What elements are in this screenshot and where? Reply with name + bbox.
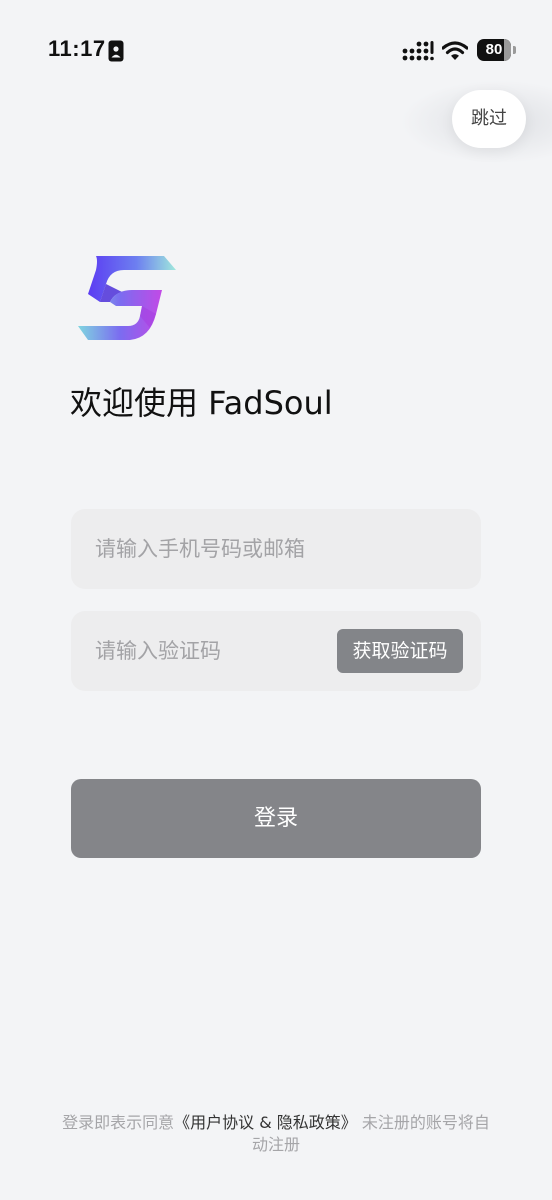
- battery-level: 80: [485, 41, 503, 58]
- agreement-link[interactable]: 《用户协议 & 隐私政策》: [174, 1113, 357, 1132]
- status-time: 11:17: [48, 36, 106, 61]
- agreement-prefix: 登录即表示同意: [62, 1113, 175, 1132]
- fadsoul-logo: [78, 256, 176, 340]
- verification-code-field: 获取验证码: [71, 611, 481, 691]
- phone-email-input[interactable]: [95, 509, 455, 589]
- wifi-icon: [442, 41, 468, 60]
- battery-icon: 80: [477, 39, 517, 61]
- skip-button[interactable]: 跳过: [452, 90, 526, 148]
- login-button[interactable]: 登录: [71, 779, 481, 858]
- welcome-title: 欢迎使用 FadSoul: [70, 384, 333, 422]
- battery-cap: [513, 46, 516, 54]
- agreement-text: 登录即表示同意《用户协议 & 隐私政策》 未注册的账号将自动注册: [60, 1112, 492, 1156]
- cellular-signal-icon: [402, 41, 434, 61]
- phone-email-field: [71, 509, 481, 589]
- verification-code-input[interactable]: [95, 611, 335, 691]
- id-card-icon: [108, 40, 124, 62]
- get-code-button[interactable]: 获取验证码: [337, 629, 463, 673]
